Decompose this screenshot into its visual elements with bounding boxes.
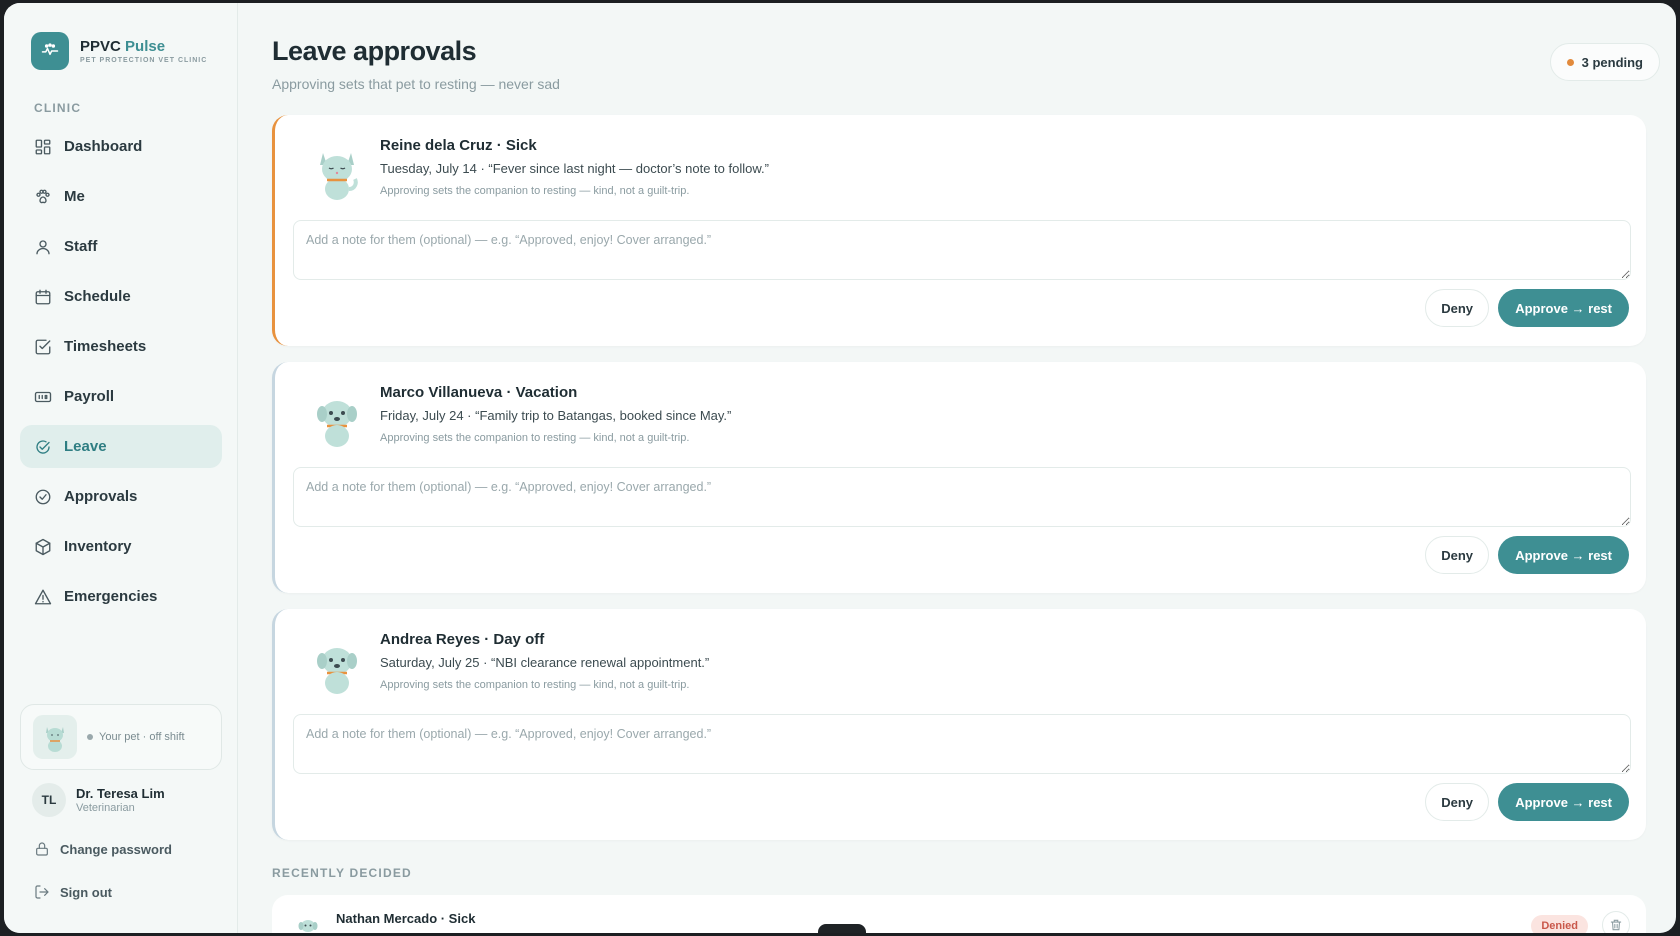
sidebar-item-label: Payroll [64, 388, 115, 405]
leave-request-card: Marco Villanueva · Vacation Friday, July… [272, 362, 1646, 593]
sign-out-link[interactable]: Sign out [34, 884, 112, 900]
sign-out-label: Sign out [60, 884, 112, 900]
leave-icon [36, 439, 50, 454]
sidebar-item-label: Emergencies [64, 588, 158, 605]
deny-button[interactable]: Deny [1425, 783, 1489, 821]
warning-icon [34, 589, 52, 604]
sidebar-item-staff[interactable]: Staff [20, 225, 222, 268]
change-password-link[interactable]: Change password [34, 841, 172, 857]
sidebar-item-label: Me [64, 188, 85, 205]
user-profile[interactable]: TL Dr. Teresa Lim Veterinarian [32, 783, 165, 817]
page-title: Leave approvals [272, 36, 477, 66]
request-description: Tuesday, July 14 · “Fever since last nig… [380, 161, 769, 176]
dog-pet-icon [309, 390, 365, 448]
sidebar-item-label: Approvals [64, 488, 138, 505]
app-window: PPVC Pulse PET PROTECTION VET CLINIC CLI… [4, 3, 1676, 933]
recent-decision-card: Nathan Mercado · Sick Denied [272, 895, 1646, 933]
check-circle-icon [35, 489, 51, 504]
dog-pet-icon [309, 637, 365, 695]
pet-status-text: Your pet · off shift [87, 731, 185, 743]
request-hint: Approving sets the companion to resting … [380, 432, 690, 444]
user-name: Dr. Teresa Lim [76, 786, 165, 801]
box-icon [35, 538, 51, 555]
status-dot [87, 734, 93, 740]
change-password-label: Change password [60, 841, 172, 857]
request-description: Friday, July 24 · “Family trip to Batang… [380, 408, 732, 423]
sidebar-item-leave[interactable]: Leave [20, 425, 222, 468]
sidebar-item-payroll[interactable]: Payroll [20, 375, 222, 418]
leave-request-card: Reine dela Cruz · Sick Tuesday, July 14 … [272, 115, 1646, 346]
approve-button[interactable]: Approve → rest [1498, 536, 1629, 574]
sidebar-item-label: Leave [64, 438, 107, 455]
user-role: Veterinarian [76, 802, 135, 814]
sidebar-item-label: Inventory [64, 538, 132, 555]
request-description: Saturday, July 25 · “NBI clearance renew… [380, 655, 710, 670]
deny-button[interactable]: Deny [1425, 289, 1489, 327]
dog-pet-icon [296, 915, 320, 933]
note-input[interactable] [293, 714, 1631, 774]
deny-button[interactable]: Deny [1425, 536, 1489, 574]
sidebar-item-label: Schedule [64, 288, 131, 305]
note-input[interactable] [293, 220, 1631, 280]
brand[interactable]: PPVC Pulse PET PROTECTION VET CLINIC [31, 32, 207, 70]
sidebar-section-label: CLINIC [34, 101, 82, 115]
sidebar-item-approvals[interactable]: Approvals [20, 475, 222, 518]
request-hint: Approving sets the companion to resting … [380, 679, 690, 691]
sidebar-item-dashboard[interactable]: Dashboard [20, 125, 222, 168]
brand-name: PPVC Pulse [80, 38, 166, 55]
sidebar-item-inventory[interactable]: Inventory [20, 525, 222, 568]
cat-pet-icon [309, 143, 365, 201]
sidebar-nav: Dashboard Me Staff Schedule Timesheets P… [20, 125, 222, 625]
pending-badge: 3 pending [1549, 43, 1660, 81]
sidebar-item-me[interactable]: Me [20, 175, 222, 218]
lock-icon [36, 842, 48, 856]
trash-icon [1610, 919, 1622, 931]
sidebar-item-label: Timesheets [64, 338, 147, 355]
sidebar-item-schedule[interactable]: Schedule [20, 275, 222, 318]
cat-pet-icon [33, 715, 77, 759]
approve-button[interactable]: Approve → rest [1498, 289, 1629, 327]
checkbox-icon [35, 339, 51, 354]
calendar-icon [35, 289, 51, 304]
sign-out-icon [35, 885, 49, 899]
sidebar-item-label: Staff [64, 238, 98, 255]
pending-dot [1566, 58, 1574, 66]
approve-button[interactable]: Approve → rest [1498, 783, 1629, 821]
delete-button[interactable] [1602, 911, 1630, 933]
paw-icon [36, 189, 50, 203]
sidebar-item-emergencies[interactable]: Emergencies [20, 575, 222, 618]
request-title: Reine dela Cruz · Sick [380, 137, 537, 154]
sidebar-item-timesheets[interactable]: Timesheets [20, 325, 222, 368]
request-hint: Approving sets the companion to resting … [380, 185, 690, 197]
main-content: Leave approvals Approving sets that pet … [238, 3, 1676, 933]
pet-status-card[interactable]: Your pet · off shift [20, 704, 222, 770]
payroll-icon [34, 391, 52, 402]
request-title: Marco Villanueva · Vacation [380, 384, 578, 401]
status-badge: Denied [1531, 915, 1588, 933]
page-subtitle: Approving sets that pet to resting — nev… [272, 76, 560, 92]
sidebar-item-label: Dashboard [64, 138, 143, 155]
pulse-logo-icon [31, 32, 69, 70]
avatar: TL [32, 783, 66, 817]
request-title: Andrea Reyes · Day off [380, 631, 545, 648]
note-input[interactable] [293, 467, 1631, 527]
recent-section-label: RECENTLY DECIDED [272, 866, 412, 880]
sidebar: PPVC Pulse PET PROTECTION VET CLINIC CLI… [4, 3, 238, 933]
person-icon [36, 239, 50, 254]
recent-title: Nathan Mercado · Sick [336, 911, 476, 926]
brand-subtitle: PET PROTECTION VET CLINIC [80, 57, 208, 64]
leave-request-card: Andrea Reyes · Day off Saturday, July 25… [272, 609, 1646, 840]
scroll-indicator[interactable] [818, 924, 866, 933]
dashboard-icon [35, 139, 51, 154]
